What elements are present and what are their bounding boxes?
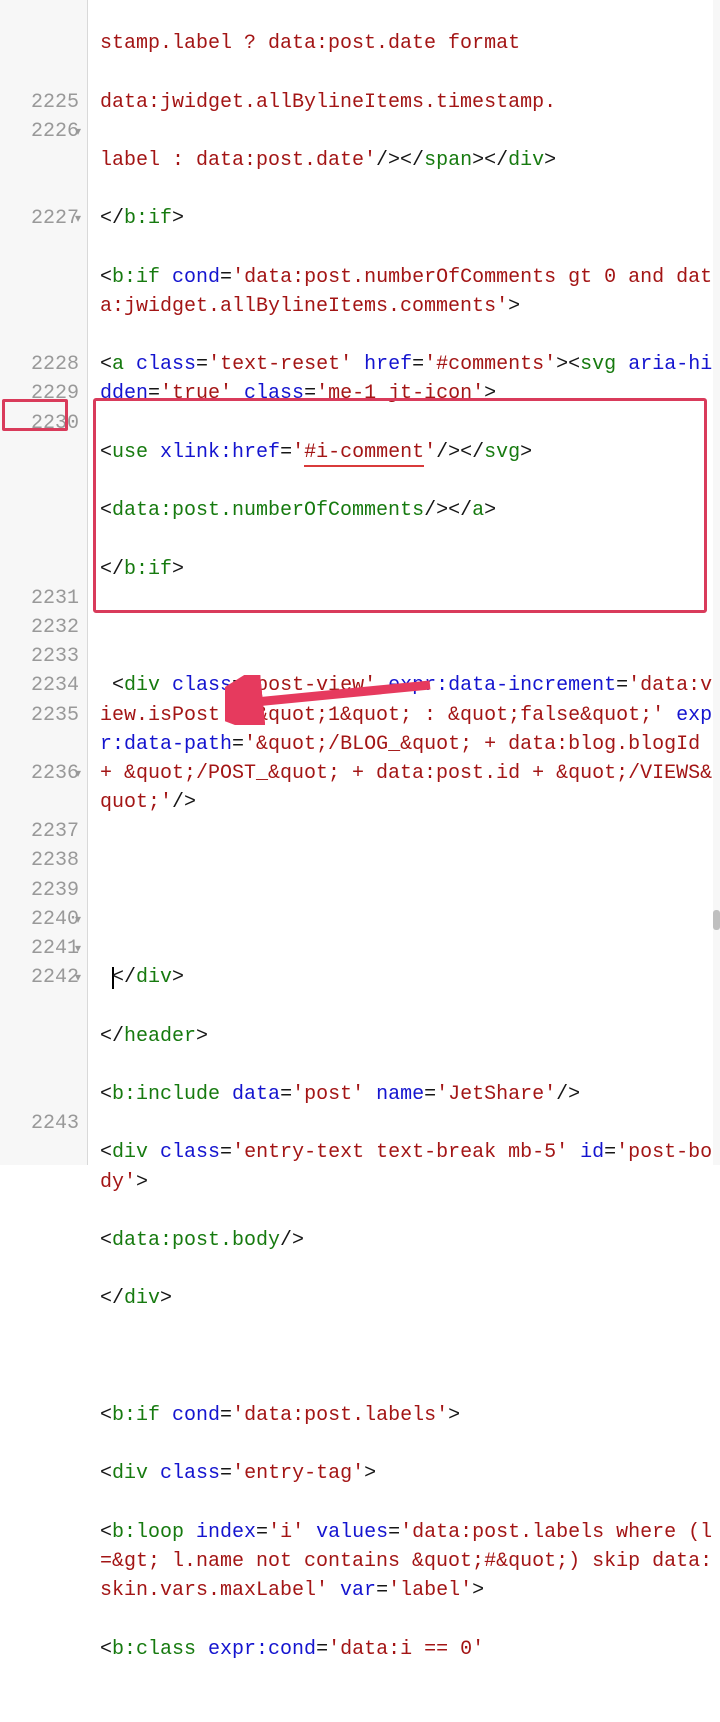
code-line[interactable]: [100, 905, 720, 934]
line-number: [0, 1051, 79, 1080]
line-number: [0, 555, 79, 584]
line-number: [0, 788, 79, 817]
scrollbar-thumb[interactable]: [713, 910, 720, 930]
line-number: [0, 146, 79, 175]
link-text[interactable]: #i-comment: [304, 441, 424, 467]
code-line[interactable]: <b:if cond='data:post.labels'>: [100, 1401, 720, 1430]
code-line[interactable]: <use xlink:href='#i-comment'/></svg>: [100, 438, 720, 467]
code-line[interactable]: </div>: [100, 963, 720, 992]
line-number: 2235: [0, 701, 79, 730]
code-line[interactable]: </div>: [100, 1284, 720, 1313]
line-number: [0, 496, 79, 525]
line-number: 2231: [0, 584, 79, 613]
line-number[interactable]: 2241: [0, 934, 79, 963]
line-number[interactable]: 2240: [0, 905, 79, 934]
line-number[interactable]: 2226: [0, 117, 79, 146]
code-line[interactable]: </b:if>: [100, 555, 720, 584]
line-number: [0, 438, 79, 467]
line-number: [0, 0, 79, 29]
code-line[interactable]: <data:post.numberOfComments/></a>: [100, 496, 720, 525]
line-number: 2233: [0, 642, 79, 671]
line-number: 2228: [0, 350, 79, 379]
line-number: [0, 525, 79, 554]
line-number-gutter: 2225 2226 2227 2228 2229 2230 2231 2232 …: [0, 0, 88, 1165]
code-line[interactable]: [100, 613, 720, 642]
line-number: 2225: [0, 88, 79, 117]
code-line[interactable]: <div class='entry-tag'>: [100, 1459, 720, 1488]
code-line[interactable]: stamp.label ? data:post.date format: [100, 29, 720, 58]
line-number[interactable]: 2242: [0, 963, 79, 992]
code-editor: 2225 2226 2227 2228 2229 2230 2231 2232 …: [0, 0, 720, 1165]
line-number: [0, 29, 79, 58]
vertical-scrollbar[interactable]: [713, 0, 720, 1165]
line-number: 2230: [0, 409, 79, 438]
line-number: [0, 58, 79, 87]
line-number: 2237: [0, 817, 79, 846]
code-line[interactable]: <b:if cond='data:post.numberOfComments g…: [100, 263, 720, 321]
line-number: [0, 1080, 79, 1109]
line-number: 2243: [0, 1109, 79, 1138]
code-line[interactable]: <div class='entry-text text-break mb-5' …: [100, 1138, 720, 1196]
line-number: [0, 992, 79, 1021]
line-number: [0, 321, 79, 350]
line-number: 2232: [0, 613, 79, 642]
line-number: [0, 467, 79, 496]
code-line[interactable]: </header>: [100, 1022, 720, 1051]
code-line[interactable]: <a class='text-reset' href='#comments'><…: [100, 350, 720, 408]
code-line-highlighted[interactable]: <div class='post-view' expr:data-increme…: [100, 671, 720, 817]
line-number[interactable]: 2236: [0, 759, 79, 788]
code-line[interactable]: <b:class expr:cond='data:i == 0': [100, 1635, 720, 1664]
line-number: [0, 730, 79, 759]
code-line[interactable]: </b:if>: [100, 204, 720, 233]
line-number: 2238: [0, 846, 79, 875]
line-number: 2239: [0, 876, 79, 905]
code-line[interactable]: data:jwidget.allBylineItems.timestamp.: [100, 88, 720, 117]
code-area[interactable]: stamp.label ? data:post.date format data…: [88, 0, 720, 1165]
line-number: [0, 175, 79, 204]
line-number: 2229: [0, 379, 79, 408]
line-number: [0, 292, 79, 321]
line-number: [0, 263, 79, 292]
code-line[interactable]: <data:post.body/>: [100, 1226, 720, 1255]
code-line[interactable]: label : data:post.date'/></span></div>: [100, 146, 720, 175]
line-number: [0, 234, 79, 263]
line-number[interactable]: 2227: [0, 204, 79, 233]
line-number: [0, 1022, 79, 1051]
line-number: 2234: [0, 671, 79, 700]
code-line[interactable]: [100, 846, 720, 875]
code-line[interactable]: [100, 1343, 720, 1372]
code-line[interactable]: <b:loop index='i' values='data:post.labe…: [100, 1518, 720, 1606]
code-line[interactable]: <b:include data='post' name='JetShare'/>: [100, 1080, 720, 1109]
